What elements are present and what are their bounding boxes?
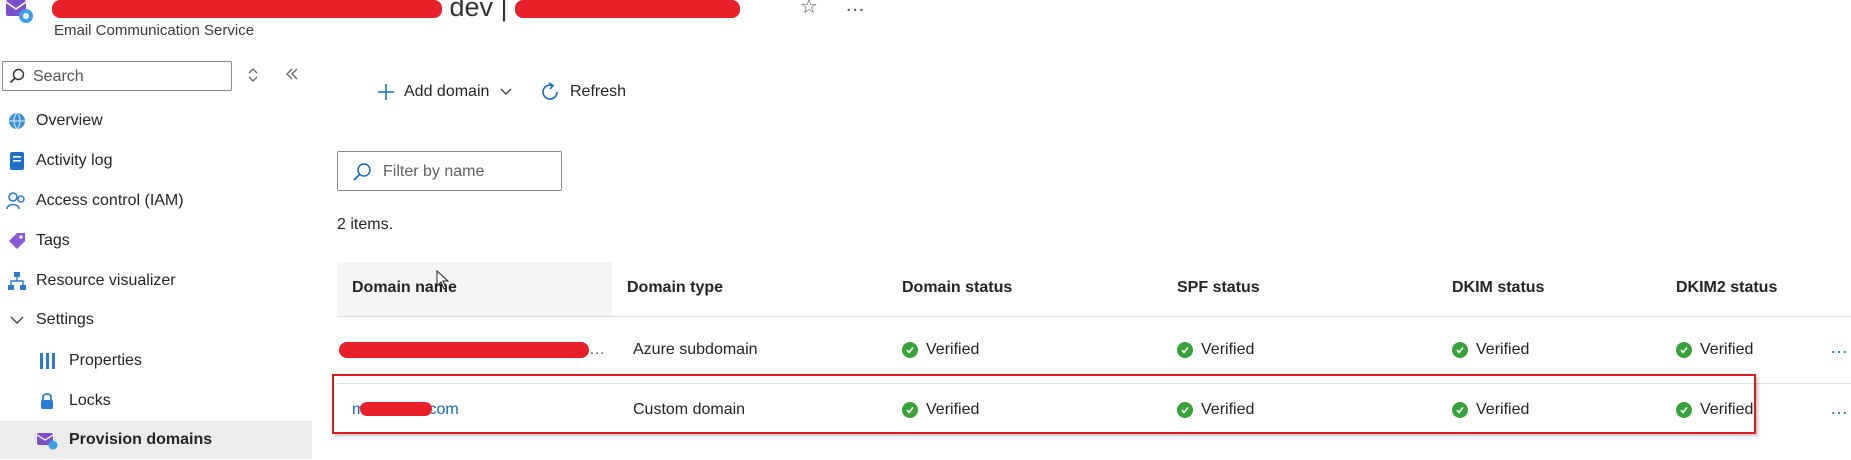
column-header-spf-status[interactable]: SPF status [1177, 279, 1260, 297]
page-title: dev | [52, 0, 741, 23]
search-icon [9, 68, 25, 89]
sidebar-item-activity-log[interactable]: Activity log [0, 142, 312, 180]
sidebar-item-locks[interactable]: Locks [0, 382, 312, 420]
row-more-actions-icon[interactable]: … [1830, 337, 1849, 358]
properties-icon [35, 349, 59, 373]
search-icon [352, 162, 372, 187]
favorite-star-icon[interactable]: ☆ [800, 0, 818, 19]
chevron-down-icon [499, 85, 513, 99]
mouse-cursor [436, 269, 450, 295]
sidebar-group-settings[interactable]: Settings [0, 301, 312, 339]
tag-icon [5, 229, 29, 253]
more-actions-icon[interactable]: … [845, 0, 865, 17]
activity-log-icon [5, 149, 29, 173]
sidebar-item-provision-domains[interactable]: Provision domains [0, 421, 312, 459]
collapse-sidebar-icon[interactable] [284, 66, 300, 87]
column-header-dkim-status[interactable]: DKIM status [1452, 279, 1544, 297]
sidebar-item-access-control[interactable]: Access control (IAM) [0, 182, 312, 220]
sidebar-item-tags[interactable]: Tags [0, 222, 312, 260]
search-placeholder: Search [33, 68, 84, 85]
globe-icon [5, 109, 29, 133]
verified-check-icon [1676, 342, 1692, 358]
verified-check-icon [902, 342, 918, 358]
column-header-dkim2-status[interactable]: DKIM2 status [1676, 279, 1777, 297]
sidebar-search-input[interactable]: Search [2, 61, 232, 91]
filter-placeholder: Filter by name [383, 163, 485, 180]
chevron-down-icon [5, 308, 29, 332]
verified-check-icon [1452, 342, 1468, 358]
page-subtitle: Email Communication Service [54, 22, 255, 39]
add-domain-button[interactable]: Add domain [376, 78, 513, 106]
hierarchy-icon [5, 269, 29, 293]
redaction-mark [339, 342, 589, 358]
refresh-button[interactable]: Refresh [539, 78, 626, 106]
sidebar-item-resource-visualizer[interactable]: Resource visualizer [0, 262, 312, 300]
row-more-actions-icon[interactable]: … [1830, 398, 1849, 419]
refresh-icon [539, 81, 561, 103]
resource-icon [4, 0, 34, 31]
item-count: 2 items. [337, 216, 394, 233]
lock-icon [35, 389, 59, 413]
sidebar-item-overview[interactable]: Overview [0, 102, 312, 140]
verified-check-icon [1177, 342, 1193, 358]
highlight-box [332, 374, 1756, 434]
people-icon [5, 189, 29, 213]
column-header-domain-status[interactable]: Domain status [902, 279, 1012, 297]
sort-icon[interactable] [247, 66, 259, 89]
provision-domains-icon [35, 428, 59, 452]
filter-by-name-input[interactable]: Filter by name [337, 151, 562, 191]
column-header-domain-type[interactable]: Domain type [627, 279, 723, 297]
plus-icon [376, 82, 396, 102]
sidebar-item-properties[interactable]: Properties [0, 342, 312, 380]
